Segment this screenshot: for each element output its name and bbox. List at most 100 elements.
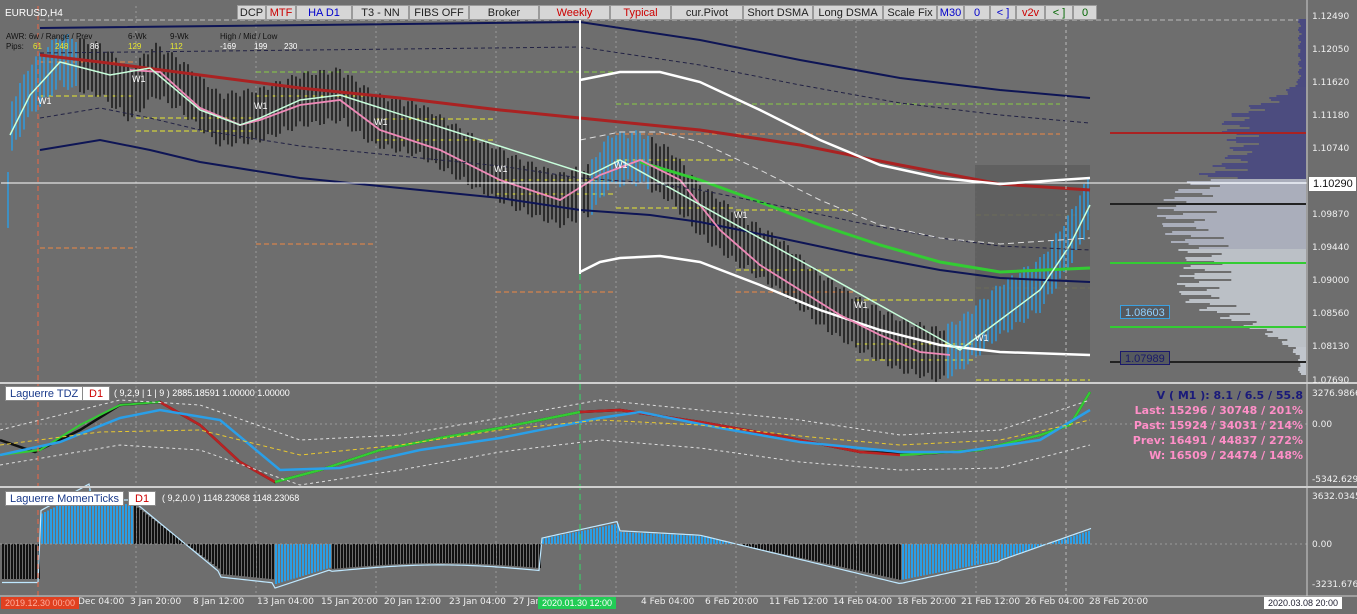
momen-bar <box>167 530 169 544</box>
laguerre-tdz-params: ( 9,2,9 | 1 | 9 ) 2885.18591 1.00000 1.0… <box>114 388 290 398</box>
price-axis-label: 1.11620 <box>1312 78 1350 88</box>
momen-bar <box>698 535 700 544</box>
momen-bar <box>314 544 316 573</box>
momen-bar <box>347 544 349 568</box>
symbol-label: EURUSD,H4 <box>5 8 63 19</box>
momen-bar <box>116 504 118 544</box>
momen-bar <box>191 544 193 549</box>
laguerre-momen-tf[interactable]: D1 <box>128 491 157 506</box>
momen-bar <box>596 527 598 544</box>
momen-bar <box>1031 544 1033 550</box>
stat-w: W: 16509 / 24474 / 148% <box>1149 449 1303 462</box>
momen-bar <box>710 538 712 544</box>
toolbar-button[interactable]: v2v <box>1016 5 1045 20</box>
toolbar-button[interactable]: HA D1 <box>296 5 352 20</box>
momen-bar <box>563 534 565 544</box>
toolbar-button[interactable]: T3 - NN <box>352 5 409 20</box>
momen-bar <box>209 544 211 562</box>
momen-bar <box>413 544 415 564</box>
momen-bar <box>296 544 298 578</box>
momen-bar <box>107 504 109 544</box>
momen-bar <box>623 532 625 544</box>
momen-bar <box>755 544 757 549</box>
laguerre-tdz-tf[interactable]: D1 <box>82 386 111 401</box>
laguerre-tdz-title[interactable]: Laguerre TDZ <box>5 386 84 401</box>
momen-bar <box>641 533 643 544</box>
stat-last: Last: 15296 / 30748 / 201% <box>1134 404 1303 417</box>
time-axis-label: 8 Jan 12:00 <box>193 597 245 607</box>
momen-bar <box>620 532 622 544</box>
price-axis-label: 1.11180 <box>1312 111 1350 121</box>
momen-bar <box>926 544 928 575</box>
momen-bar <box>332 544 334 569</box>
stat-past: Past: 15924 / 34031 / 214% <box>1133 419 1303 432</box>
momen-bar <box>941 544 943 572</box>
momen-bar <box>272 544 274 580</box>
momen-bar <box>320 544 322 571</box>
momen-bar <box>428 544 430 564</box>
toolbar-button[interactable]: M30 <box>937 5 964 20</box>
momen-bar <box>974 544 976 566</box>
toolbar-button[interactable]: < ] <box>1045 5 1073 20</box>
momen-bar <box>164 528 166 544</box>
toolbar-button[interactable]: Short DSMA <box>743 5 813 20</box>
time-axis-label: 28 Feb 20:00 <box>1089 597 1149 607</box>
price-axis-label: 1.09000 <box>1312 276 1350 286</box>
momen-bar <box>62 503 64 544</box>
momen-bar <box>308 544 310 575</box>
toolbar-button[interactable]: Weekly <box>539 5 610 20</box>
momen-bar <box>464 544 466 564</box>
time-axis-label: 13 Jan 04:00 <box>257 597 314 607</box>
toolbar-button[interactable]: cur.Pivot <box>671 5 743 20</box>
w1-label: W1 <box>614 160 628 170</box>
momen-bar <box>1088 530 1090 544</box>
momen-bar <box>599 527 601 544</box>
momen-bar <box>422 544 424 564</box>
laguerre-momen-title[interactable]: Laguerre MomenTicks <box>5 491 125 506</box>
momen-bar <box>269 544 271 579</box>
toolbar-button[interactable]: Long DSMA <box>813 5 883 20</box>
toolbar-button[interactable]: Broker <box>469 5 539 20</box>
momen-bar <box>533 544 535 568</box>
momen-bar <box>905 544 907 579</box>
price-axis-label: 1.08560 <box>1312 309 1350 319</box>
laguerre-momen-params: ( 9,2,0.0 ) 1148.23068 1148.23068 <box>162 493 300 503</box>
momen-bar <box>977 544 979 565</box>
momen-bar <box>929 544 931 575</box>
momen-bar <box>233 544 235 576</box>
momen-bar <box>401 544 403 564</box>
toolbar-button[interactable]: DCP <box>237 5 266 20</box>
momen-bar <box>293 544 295 579</box>
momen-bar <box>1058 540 1060 544</box>
momen-bar <box>152 519 154 544</box>
toolbar-button[interactable]: FIBS OFF <box>409 5 469 20</box>
time-marker-left: 2019.12.30 00:00 <box>1 597 80 609</box>
momen-bar <box>353 544 355 568</box>
momen-bar <box>824 544 826 564</box>
momen-bar <box>119 504 121 544</box>
toolbar-button[interactable]: 0 <box>964 5 990 20</box>
momen-bar <box>59 504 61 544</box>
toolbar-button[interactable]: 0 <box>1073 5 1097 20</box>
momen-bar <box>752 544 754 548</box>
momen-bar <box>965 544 967 567</box>
toolbar-button[interactable]: Typical <box>610 5 671 20</box>
momen-bar <box>803 544 805 559</box>
momen-bar <box>689 535 691 544</box>
momen-bar <box>800 544 802 558</box>
momen-bar <box>1085 531 1087 544</box>
momen-bar <box>821 544 823 563</box>
momen-bar <box>827 544 829 564</box>
toolbar-button[interactable]: < ] <box>990 5 1016 20</box>
momen-bar <box>575 532 577 544</box>
momen-bar <box>380 544 382 566</box>
momen-bar <box>854 544 856 570</box>
momen-bar <box>614 524 616 544</box>
price-axis-label: 1.07690 <box>1312 376 1350 386</box>
momen-bar <box>140 510 142 544</box>
toolbar-button[interactable]: Scale Fix <box>883 5 937 20</box>
momen-bar <box>173 534 175 544</box>
momen-bar <box>65 501 67 544</box>
toolbar-button[interactable]: MTF <box>266 5 296 20</box>
momen-bar <box>146 514 148 544</box>
